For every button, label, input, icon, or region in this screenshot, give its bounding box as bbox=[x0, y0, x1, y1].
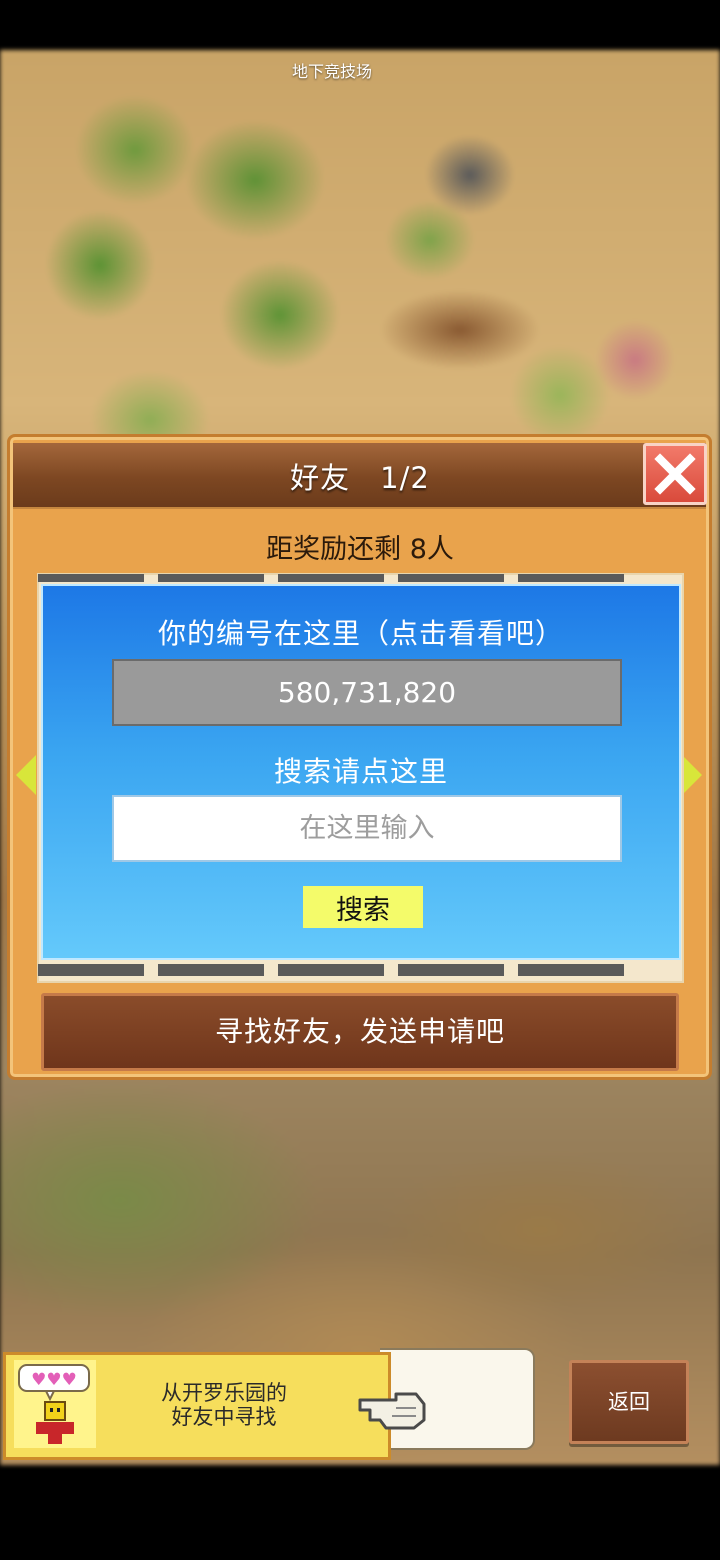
chevron-right-icon[interactable] bbox=[682, 755, 702, 795]
close-button[interactable] bbox=[643, 443, 707, 505]
kairo-park-friends-banner[interactable]: ♥♥♥ 从开罗乐园的 好友中寻找 bbox=[3, 1352, 391, 1460]
search-button[interactable]: 搜索 bbox=[303, 886, 423, 928]
friends-dialog: 好友 1/2 距奖励还剩 8人 你的编号在这里（点击看看吧） 580,731,82… bbox=[7, 434, 712, 1080]
banner-line-1: 从开罗乐园的 bbox=[161, 1381, 287, 1405]
dialog-title-text: 好友 bbox=[290, 461, 351, 495]
chevron-left-icon[interactable] bbox=[16, 755, 36, 795]
back-button[interactable]: 返回 bbox=[569, 1360, 689, 1444]
banner-text: 从开罗乐园的 好友中寻找 bbox=[114, 1381, 334, 1429]
player-id-box[interactable]: 580,731,820 bbox=[112, 659, 622, 726]
reward-progress-text: 距奖励还剩 8人 bbox=[266, 534, 454, 565]
dialog-title: 好友 1/2 bbox=[10, 455, 710, 497]
svg-text:♥♥♥: ♥♥♥ bbox=[31, 1370, 77, 1390]
banner-line-2: 好友中寻找 bbox=[171, 1405, 277, 1429]
find-friends-button[interactable]: 寻找好友，发送申请吧 bbox=[41, 993, 679, 1071]
pointing-hand-icon bbox=[358, 1392, 426, 1430]
page-indicator: 1/2 bbox=[380, 461, 430, 495]
search-input[interactable] bbox=[112, 795, 622, 862]
hearts-speech-bubble-icon: ♥♥♥ bbox=[18, 1364, 90, 1402]
banner-character: ♥♥♥ bbox=[14, 1360, 96, 1448]
bottom-tab-strip bbox=[38, 964, 624, 976]
search-label: 搜索请点这里 bbox=[273, 755, 448, 788]
id-label: 你的编号在这里（点击看看吧） bbox=[157, 617, 564, 650]
kairobot-character-icon bbox=[36, 1401, 74, 1444]
top-tab-strip bbox=[38, 574, 624, 582]
location-label: 地下竞技场 bbox=[291, 62, 372, 81]
close-icon bbox=[654, 453, 696, 495]
search-panel: 你的编号在这里（点击看看吧） 580,731,820 搜索请点这里 搜索 bbox=[41, 584, 681, 960]
